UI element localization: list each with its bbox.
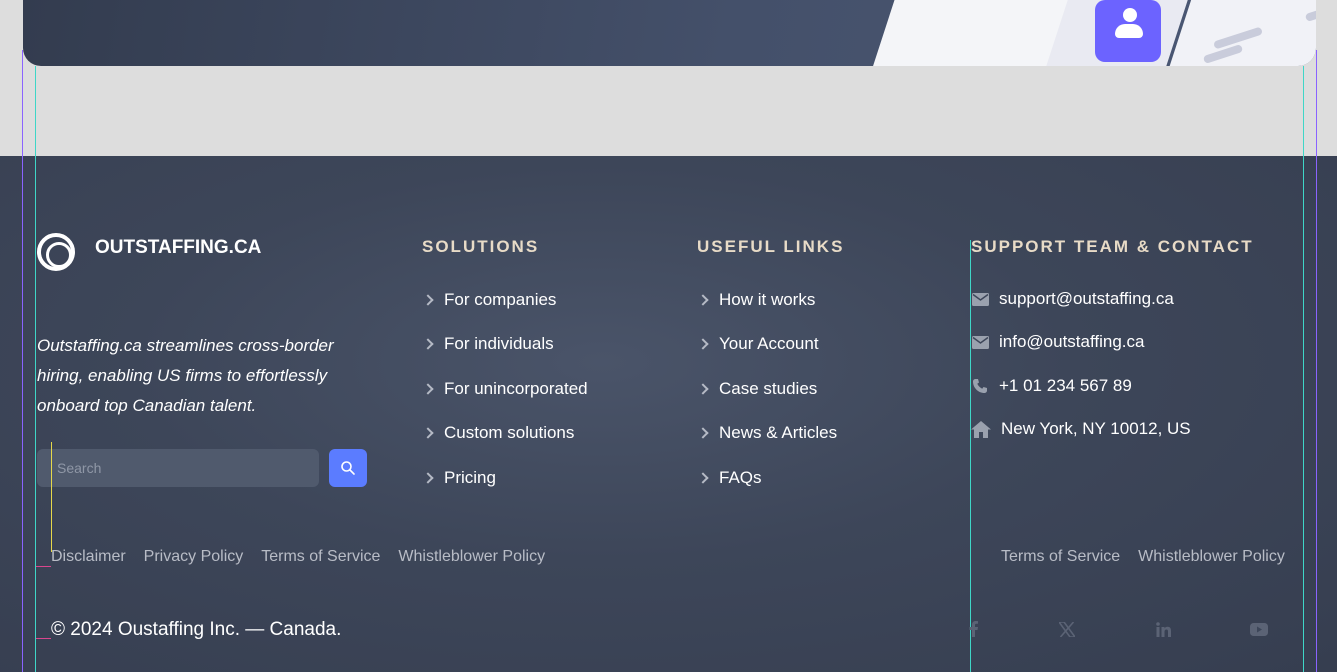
chevron-right-icon: [697, 294, 709, 306]
chevron-right-icon: [422, 338, 434, 350]
search-button[interactable]: [329, 449, 367, 487]
footer-link-for-unincorporated[interactable]: For unincorporated: [422, 379, 588, 399]
chevron-right-icon: [697, 383, 709, 395]
legal-link-terms-of-service[interactable]: Terms of Service: [261, 548, 380, 566]
layout-guide: [22, 50, 23, 672]
legal-link-whistleblower-policy[interactable]: Whistleblower Policy: [1138, 548, 1285, 566]
footer-link-custom-solutions[interactable]: Custom solutions: [422, 423, 574, 443]
logo-icon: [37, 233, 75, 271]
contact-email-support[interactable]: support@outstaffing.ca: [971, 289, 1174, 309]
layout-guide: [36, 566, 51, 567]
footer-link-your-account[interactable]: Your Account: [697, 334, 819, 354]
legal-links-right: Terms of Service Whistleblower Policy: [1001, 548, 1285, 566]
contact-phone[interactable]: +1 01 234 567 89: [971, 376, 1132, 396]
phone-icon: [971, 377, 989, 395]
brand-name: OUTSTAFFING.CA: [95, 237, 262, 258]
chevron-right-icon: [697, 427, 709, 439]
text-cursor: [51, 442, 52, 552]
layout-guide: [1303, 66, 1304, 672]
legal-link-whistleblower-policy[interactable]: Whistleblower Policy: [398, 548, 545, 566]
chevron-right-icon: [697, 338, 709, 350]
x-icon[interactable]: [1058, 620, 1076, 638]
footer-link-for-companies[interactable]: For companies: [422, 290, 556, 310]
layout-guide: [35, 66, 36, 672]
footer-link-faqs[interactable]: FAQs: [697, 468, 762, 488]
brand-logo[interactable]: OUTSTAFFING.CA: [37, 233, 261, 271]
hero-banner: [23, 0, 1316, 66]
contact-email-info[interactable]: info@outstaffing.ca: [971, 332, 1144, 352]
chevron-right-icon: [422, 294, 434, 306]
facebook-icon[interactable]: [964, 620, 982, 638]
user-avatar-icon: [1095, 0, 1161, 62]
chevron-right-icon: [697, 472, 709, 484]
chevron-right-icon: [422, 472, 434, 484]
legal-links-left: Disclaimer Privacy Policy Terms of Servi…: [51, 548, 545, 566]
linkedin-icon[interactable]: [1154, 620, 1172, 638]
footer-link-how-it-works[interactable]: How it works: [697, 290, 815, 310]
youtube-icon[interactable]: [1250, 620, 1268, 638]
home-icon: [971, 420, 991, 438]
footer-link-news-articles[interactable]: News & Articles: [697, 423, 837, 443]
contact-address: New York, NY 10012, US: [971, 419, 1191, 439]
chevron-right-icon: [422, 427, 434, 439]
legal-link-disclaimer[interactable]: Disclaimer: [51, 548, 126, 566]
useful-links-heading: USEFUL LINKS: [697, 237, 845, 256]
search-input[interactable]: [37, 449, 319, 487]
footer-link-case-studies[interactable]: Case studies: [697, 379, 817, 399]
envelope-icon: [971, 333, 989, 351]
copyright-text: © 2024 Oustaffing Inc. — Canada.: [51, 619, 342, 640]
footer-link-for-individuals[interactable]: For individuals: [422, 334, 554, 354]
solutions-heading: SOLUTIONS: [422, 237, 540, 256]
layout-guide: [36, 638, 51, 639]
brand-tagline: Outstaffing.ca streamlines cross-border …: [37, 336, 334, 415]
footer-link-pricing[interactable]: Pricing: [422, 468, 496, 488]
layout-guide: [1316, 50, 1317, 672]
legal-link-privacy-policy[interactable]: Privacy Policy: [144, 548, 244, 566]
chevron-right-icon: [422, 383, 434, 395]
legal-link-terms-of-service[interactable]: Terms of Service: [1001, 548, 1120, 566]
contact-heading: SUPPORT TEAM & CONTACT: [971, 237, 1254, 256]
search-icon: [341, 461, 355, 475]
envelope-icon: [971, 290, 989, 308]
